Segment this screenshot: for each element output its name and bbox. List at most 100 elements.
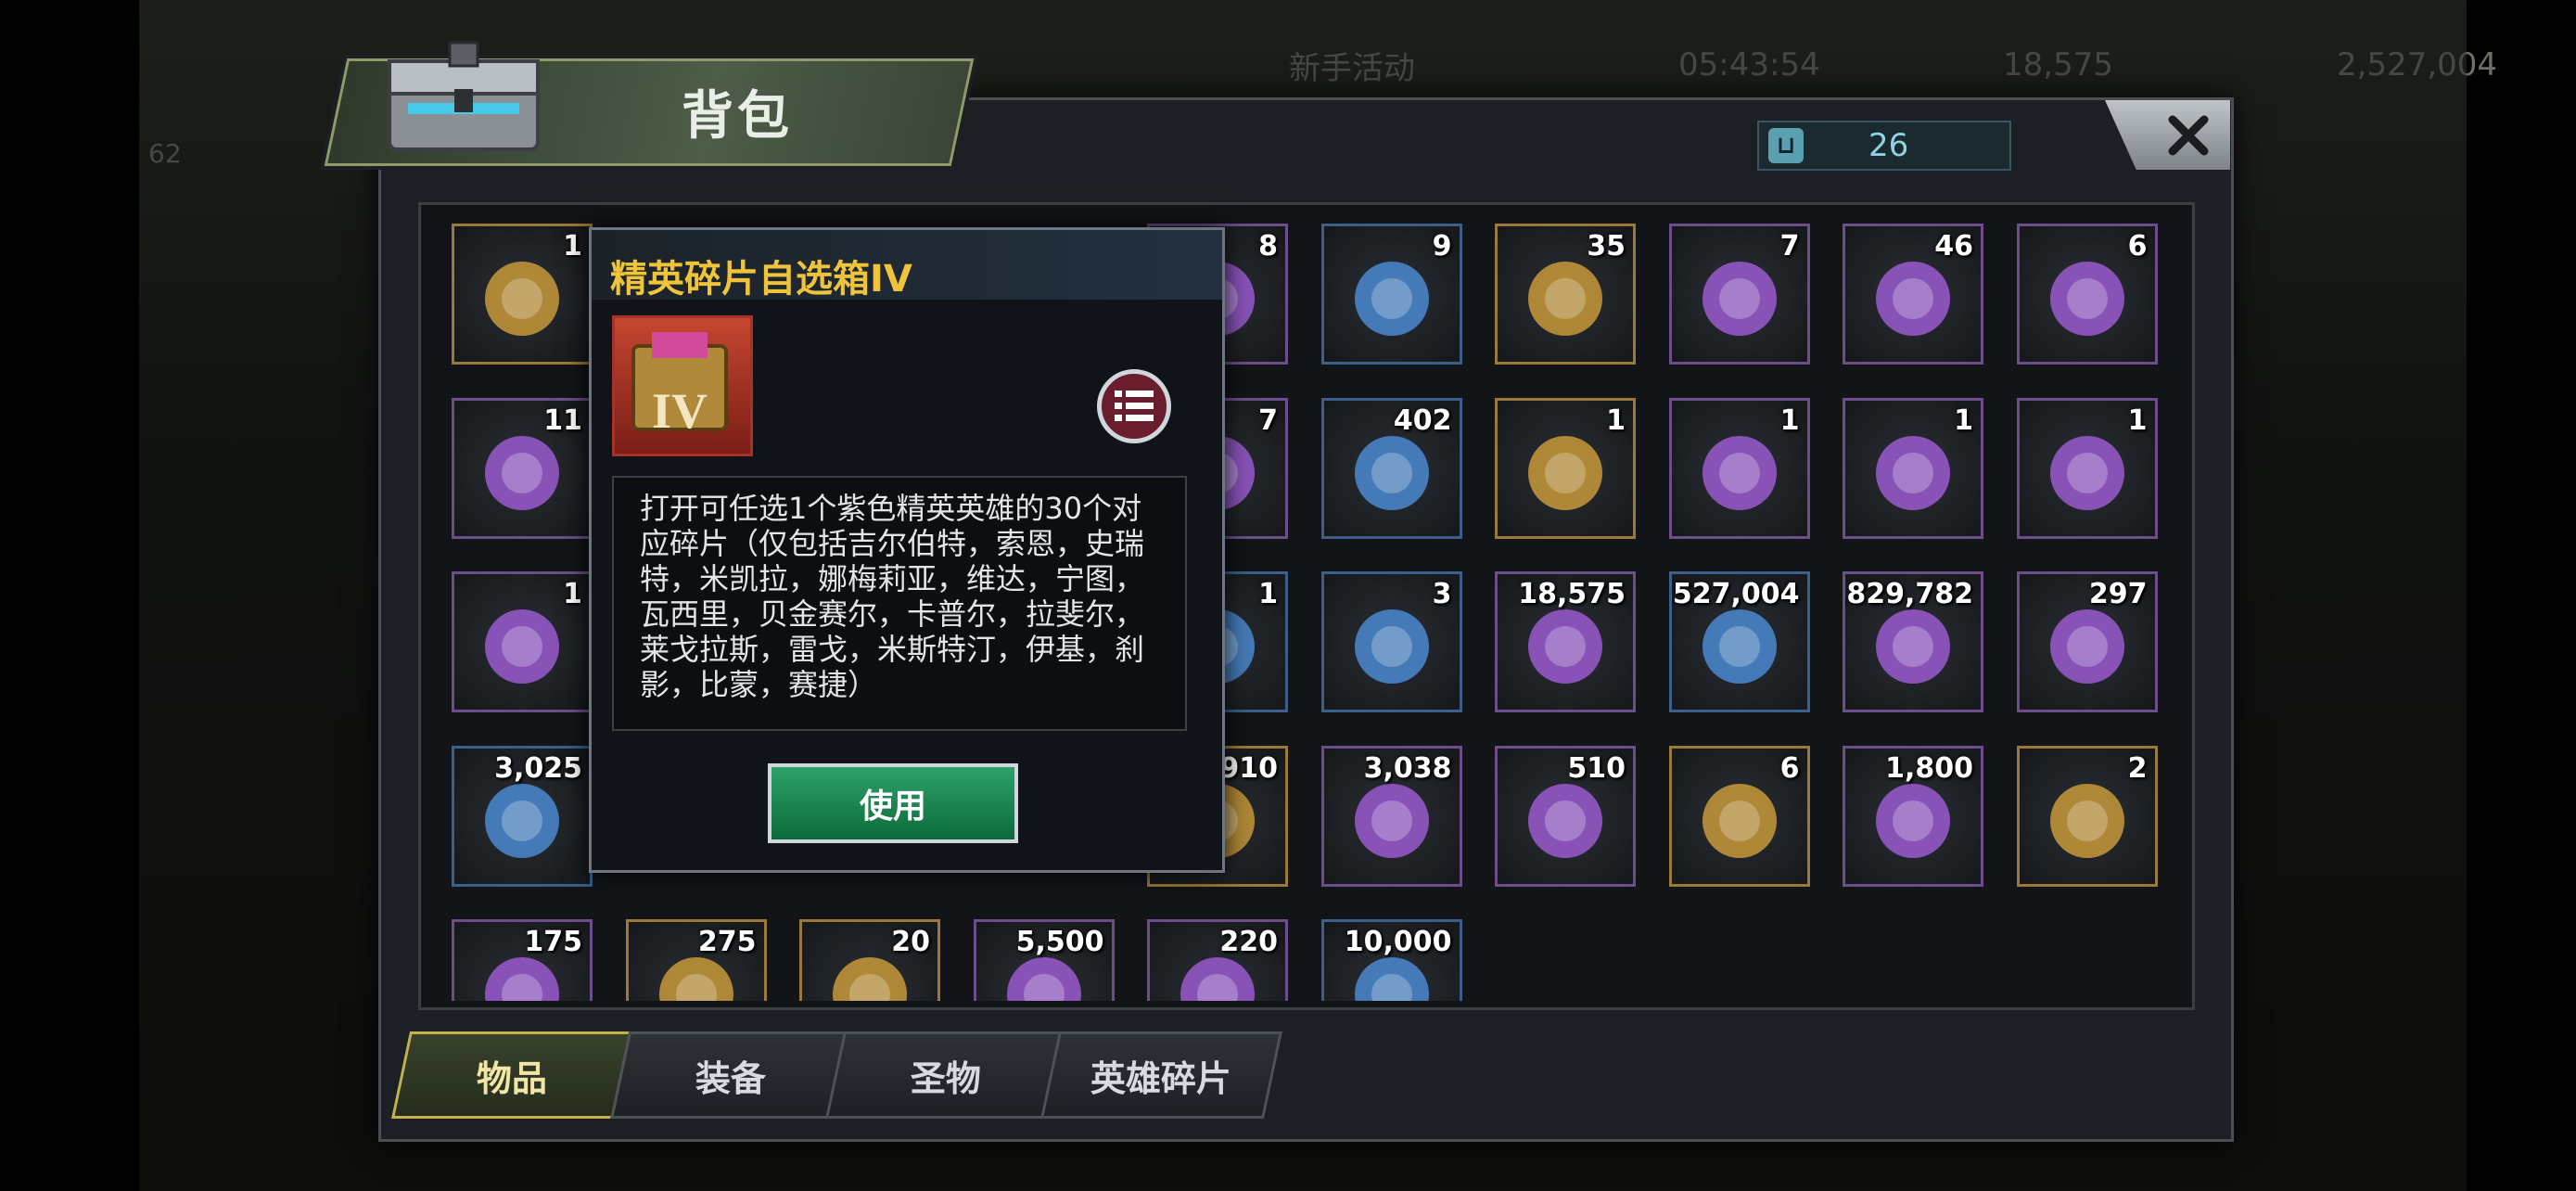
item-slot[interactable]: 1 [452,224,593,365]
purple-swords-blueprint-icon [1689,422,1791,528]
gear-icon [471,770,573,876]
item-slot[interactable]: 46 [1843,224,1983,365]
item-slot[interactable]: 18,575 [1495,571,1636,712]
red-crystal-icon [1862,770,1964,876]
item-slot[interactable]: 1 [1495,397,1636,539]
bag-icon: ⊔ [1768,128,1804,163]
item-count: 3 [1432,578,1452,610]
tab-3[interactable]: 英雄碎片 [1040,1031,1282,1119]
item-count: 220 [1219,926,1278,958]
item-count: 1 [1954,403,1973,437]
svg-text:IV: IV [652,383,708,439]
item-count: 1 [563,578,582,610]
puzzle-piece-icon [1341,770,1443,876]
item-count: 1 [1779,403,1800,437]
backpack-chest-icon [388,41,540,151]
close-icon [2168,115,2209,155]
tab-label: 物品 [477,1057,548,1099]
item-slot[interactable]: 2 [2016,745,2158,887]
item-count: 1,829,782 [1845,578,1973,610]
item-count: 35 [1587,230,1626,263]
item-count: 9 [1432,230,1452,263]
elite-shard-chest-iv-icon [471,248,573,353]
item-slot[interactable]: 297 [2016,571,2158,712]
item-count: 2 [2127,751,2148,785]
list-icon [1115,391,1154,421]
tab-label: 英雄碎片 [1090,1057,1232,1099]
tab-2[interactable]: 圣物 [825,1031,1067,1119]
item-slot[interactable]: 3,038 [1320,745,1462,887]
item-count: 1 [1606,403,1626,437]
page-title: 背包 [682,86,793,147]
speedup-4h-card-icon [1341,248,1443,353]
item-count: 46 [1934,230,1973,263]
item-slot[interactable]: 6 [2016,224,2158,365]
elite-shard-chest-iv-icon: IV [612,315,753,456]
item-detail-popup: 精英碎片自选箱IV IV 打开可任选1个紫色精英英雄的30个对应碎片（仅包括吉尔… [589,227,1225,873]
golden-trident-blueprint-icon [1514,422,1616,528]
blue-shirt-blueprint-icon [1341,596,1443,701]
item-slot[interactable]: 510 [1495,745,1636,887]
item-slot[interactable]: 1 [452,571,593,712]
popup-title: 精英碎片自选箱IV [610,258,912,301]
item-count: 8 [1258,230,1278,263]
red-bottle-cap-icon [1514,248,1616,353]
item-slot[interactable]: 10,000 [1320,919,1462,1001]
film-reel-icon [1689,248,1791,353]
purple-revolver-blueprint-icon [2036,422,2138,528]
item-slot[interactable]: 11 [452,397,593,539]
use-button[interactable]: 使用 [768,763,1018,843]
item-count: 6 [1779,751,1800,785]
details-list-button[interactable] [1097,369,1171,443]
purple-gem-icon [1514,596,1616,701]
purple-orb-icon [2036,596,2138,701]
item-count: 5,500 [1015,926,1104,958]
tab-label: 装备 [695,1057,767,1099]
item-slot[interactable]: 35 [1495,224,1636,365]
bag-capacity-value: 26 [1868,127,1909,164]
item-count: 3,025 [494,751,582,785]
item-count: 7 [1258,403,1278,437]
green-canister-icon [1862,596,1964,701]
purple-revolver-blueprint-icon [1862,422,1964,528]
item-slot[interactable]: 5,500 [973,919,1115,1001]
use-button-label: 使用 [859,788,926,826]
item-count: 18,575 [1518,578,1626,610]
item-slot[interactable]: 275 [625,919,767,1001]
item-count: 1 [563,230,582,263]
item-slot[interactable]: 3 [1320,571,1462,712]
item-count: 175 [524,926,582,958]
item-slot[interactable]: 7 [1668,224,1810,365]
item-count: 1 [1258,578,1278,610]
item-count: 1,800 [1885,751,1973,785]
item-slot[interactable]: 175 [452,919,593,1001]
item-count: 275 [697,926,757,958]
item-slot[interactable]: 2,527,004 [1668,571,1810,712]
item-slot[interactable]: 9 [1320,224,1462,365]
item-slot[interactable]: 20 [799,919,940,1001]
item-count: 910 [1219,751,1278,785]
item-slot[interactable]: 6 [1668,745,1810,887]
gold-ship-emblem-icon [1689,770,1791,876]
item-slot[interactable]: 220 [1147,919,1288,1001]
item-count: 6 [2127,230,2148,263]
item-count: 7 [1779,230,1800,263]
tab-label: 圣物 [911,1057,982,1099]
item-slot[interactable]: 402 [1320,397,1462,539]
item-count: 510 [1567,751,1626,785]
ship-emblem-icon [1514,770,1616,876]
item-count: 3,038 [1363,751,1452,785]
bag-capacity-counter: ⊔ 26 [1757,121,2011,171]
tab-0[interactable]: 物品 [391,1031,633,1119]
item-slot[interactable]: 1,800 [1843,745,1983,887]
item-slot[interactable]: 1 [1843,397,1983,539]
item-count: 1 [2127,403,2148,437]
item-count: 297 [2088,578,2148,610]
poker-chip-icon [2036,248,2138,353]
item-slot[interactable]: 3,025 [452,745,593,887]
tab-1[interactable]: 装备 [610,1031,852,1119]
item-slot[interactable]: 1 [2016,397,2158,539]
item-slot[interactable]: 1 [1668,397,1810,539]
item-slot[interactable]: 1,829,782 [1843,571,1983,712]
item-count: 402 [1393,403,1452,437]
